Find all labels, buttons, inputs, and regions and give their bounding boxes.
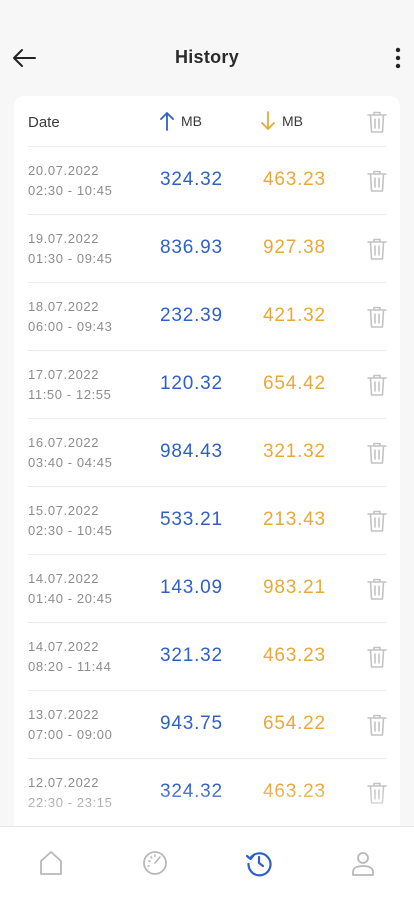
more-menu-button[interactable] — [386, 42, 410, 74]
upload-value: 324.32 — [160, 169, 223, 190]
table-row[interactable]: 20.07.2022 02:30 - 10:45 324.32 463.23 — [14, 147, 400, 215]
delete-row-button[interactable] — [366, 373, 388, 402]
session-datetime: 16.07.2022 03:40 - 04:45 — [28, 433, 112, 473]
table-row[interactable]: 16.07.2022 03:40 - 04:45 984.43 321.32 — [14, 419, 400, 487]
trash-icon — [367, 646, 387, 668]
download-value: 321.32 — [263, 441, 326, 462]
tab-home[interactable] — [37, 849, 65, 877]
session-date: 19.07.2022 — [28, 231, 100, 246]
download-value: 463.23 — [263, 645, 326, 666]
download-value: 421.32 — [263, 305, 326, 326]
arrow-up-icon — [160, 112, 174, 131]
session-date: 14.07.2022 — [28, 639, 100, 654]
page-title: History — [174, 47, 240, 67]
trash-icon — [367, 170, 387, 192]
delete-row-button[interactable] — [366, 509, 388, 538]
column-header-date: Date — [28, 114, 60, 131]
header: History — [0, 0, 414, 96]
download-value: 654.42 — [263, 373, 326, 394]
delete-row-button[interactable] — [366, 169, 388, 198]
session-date: 20.07.2022 — [28, 163, 100, 178]
delete-all-button[interactable] — [366, 110, 388, 139]
session-time-range: 01:40 - 20:45 — [28, 591, 113, 606]
trash-icon — [367, 442, 387, 464]
upload-value: 143.09 — [160, 577, 223, 598]
table-row[interactable]: 13.07.2022 07:00 - 09:00 943.75 654.22 — [14, 691, 400, 759]
arrow-down-icon — [261, 111, 275, 130]
upload-unit-label: MB — [181, 113, 202, 129]
trash-icon — [367, 578, 387, 600]
download-value: 927.38 — [263, 237, 326, 258]
upload-value: 321.32 — [160, 645, 223, 666]
session-date: 17.07.2022 — [28, 367, 100, 382]
session-date: 15.07.2022 — [28, 503, 100, 518]
history-icon — [245, 852, 272, 877]
session-time-range: 08:20 - 11:44 — [28, 659, 112, 674]
delete-row-button[interactable] — [366, 305, 388, 334]
delete-row-button[interactable] — [366, 577, 388, 606]
table-row[interactable]: 14.07.2022 01:40 - 20:45 143.09 983.21 — [14, 555, 400, 623]
home-icon — [40, 851, 62, 875]
session-date: 14.07.2022 — [28, 571, 100, 586]
delete-row-button[interactable] — [366, 645, 388, 674]
session-datetime: 17.07.2022 11:50 - 12:55 — [28, 365, 111, 405]
upload-value: 533.21 — [160, 509, 223, 530]
tab-history[interactable] — [245, 849, 273, 877]
delete-row-button[interactable] — [366, 237, 388, 266]
table-header: Date MB MB — [14, 96, 400, 146]
session-datetime: 18.07.2022 06:00 - 09:43 — [28, 297, 112, 337]
download-unit-label: MB — [282, 113, 303, 129]
profile-icon — [352, 852, 374, 876]
trash-icon — [367, 238, 387, 260]
table-row[interactable]: 14.07.2022 08:20 - 11:44 321.32 463.23 — [14, 623, 400, 691]
session-date: 18.07.2022 — [28, 299, 100, 314]
session-datetime: 15.07.2022 02:30 - 10:45 — [28, 501, 112, 541]
tab-profile[interactable] — [349, 849, 377, 877]
upload-value: 232.39 — [160, 305, 223, 326]
download-value: 213.43 — [263, 509, 326, 530]
session-datetime: 14.07.2022 01:40 - 20:45 — [28, 569, 112, 609]
trash-icon — [367, 510, 387, 532]
table-row[interactable]: 18.07.2022 06:00 - 09:43 232.39 421.32 — [14, 283, 400, 351]
session-date: 13.07.2022 — [28, 707, 100, 722]
trash-icon — [367, 306, 387, 328]
trash-icon — [367, 111, 387, 133]
download-value: 983.21 — [263, 577, 326, 598]
download-value: 654.22 — [263, 713, 326, 734]
session-time-range: 07:00 - 09:00 — [28, 727, 113, 742]
upload-value: 984.43 — [160, 441, 223, 462]
column-header-download: MB — [260, 111, 303, 131]
session-time-range: 03:40 - 04:45 — [28, 455, 113, 470]
session-time-range: 02:30 - 10:45 — [28, 523, 113, 538]
session-datetime: 19.07.2022 01:30 - 09:45 — [28, 229, 112, 269]
speedometer-icon — [143, 851, 167, 875]
session-datetime: 13.07.2022 07:00 - 09:00 — [28, 705, 112, 745]
download-value: 463.23 — [263, 169, 326, 190]
trash-icon — [367, 374, 387, 396]
upload-value: 836.93 — [160, 237, 223, 258]
history-table: Date MB MB 20.07.2022 02:30 - 10:45 324.32… — [14, 96, 400, 836]
more-vertical-icon — [395, 47, 401, 69]
bottom-tab-bar — [0, 826, 414, 897]
session-datetime: 20.07.2022 02:30 - 10:45 — [28, 161, 112, 201]
delete-row-button[interactable] — [366, 441, 388, 470]
session-time-range: 11:50 - 12:55 — [28, 387, 112, 402]
session-datetime: 14.07.2022 08:20 - 11:44 — [28, 637, 111, 677]
session-date: 16.07.2022 — [28, 435, 100, 450]
upload-value: 120.32 — [160, 373, 223, 394]
upload-value: 943.75 — [160, 713, 223, 734]
delete-row-button[interactable] — [366, 713, 388, 742]
session-time-range: 06:00 - 09:43 — [28, 319, 113, 334]
tab-speedtest[interactable] — [141, 849, 169, 877]
table-row[interactable]: 19.07.2022 01:30 - 09:45 836.93 927.38 — [14, 215, 400, 283]
table-row[interactable]: 15.07.2022 02:30 - 10:45 533.21 213.43 — [14, 487, 400, 555]
column-header-upload: MB — [159, 111, 202, 131]
table-row[interactable]: 17.07.2022 11:50 - 12:55 120.32 654.42 — [14, 351, 400, 419]
trash-icon — [367, 714, 387, 736]
session-time-range: 01:30 - 09:45 — [28, 251, 113, 266]
session-time-range: 02:30 - 10:45 — [28, 183, 113, 198]
